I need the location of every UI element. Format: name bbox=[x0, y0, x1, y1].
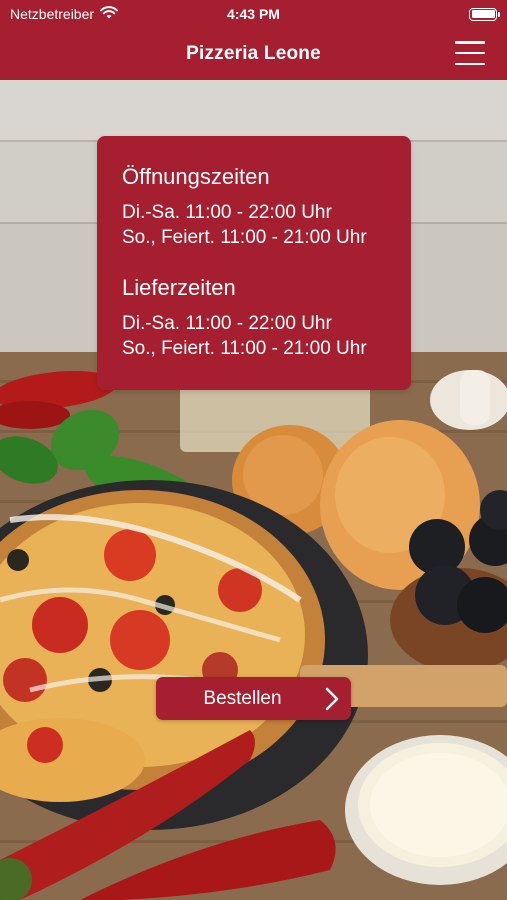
hamburger-menu-icon[interactable] bbox=[455, 41, 485, 65]
opening-hours-line: So., Feiert. 11:00 - 21:00 Uhr bbox=[122, 227, 367, 248]
opening-hours-title: Öffnungszeiten bbox=[122, 164, 270, 189]
delivery-hours-line: So., Feiert. 11:00 - 21:00 Uhr bbox=[122, 338, 367, 359]
status-bar: Netzbetreiber 4:43 PM bbox=[0, 0, 507, 28]
battery-icon bbox=[469, 7, 500, 21]
delivery-hours-section: Lieferzeiten Di.-Sa. 11:00 - 22:00 Uhr S… bbox=[122, 275, 387, 361]
delivery-hours-line: Di.-Sa. 11:00 - 22:00 Uhr bbox=[122, 313, 332, 334]
order-button-label: Bestellen bbox=[203, 687, 282, 709]
opening-hours-line: Di.-Sa. 11:00 - 22:00 Uhr bbox=[122, 202, 332, 223]
nav-title: Pizzeria Leone bbox=[186, 43, 321, 64]
chevron-right-icon bbox=[325, 687, 339, 716]
status-time: 4:43 PM bbox=[227, 6, 280, 22]
app-header: Netzbetreiber 4:43 PM Pizzeria Leone bbox=[0, 0, 507, 80]
delivery-hours-title: Lieferzeiten bbox=[122, 275, 236, 300]
opening-hours-card: Öffnungszeiten Di.-Sa. 11:00 - 22:00 Uhr… bbox=[97, 136, 411, 390]
opening-hours-section: Öffnungszeiten Di.-Sa. 11:00 - 22:00 Uhr… bbox=[122, 164, 387, 250]
order-button[interactable]: Bestellen bbox=[156, 677, 351, 720]
navigation-bar: Pizzeria Leone bbox=[0, 28, 507, 80]
